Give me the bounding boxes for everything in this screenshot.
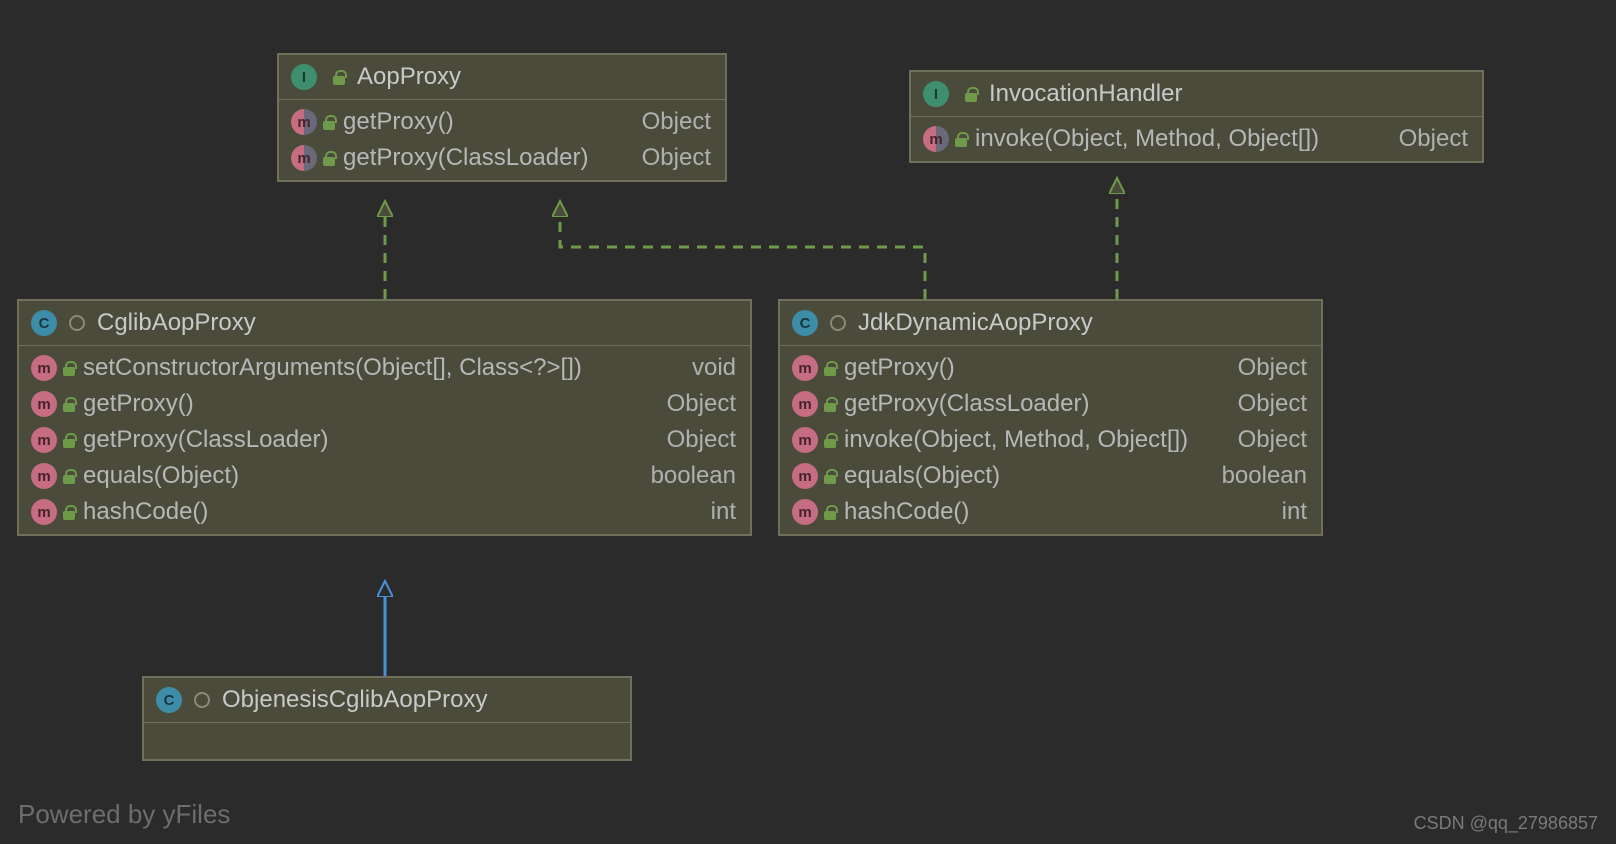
class-title: ObjenesisCglibAopProxy bbox=[144, 678, 630, 722]
lock-icon bbox=[822, 468, 838, 484]
member-signature: equals(Object) bbox=[844, 462, 1204, 490]
empty-member-list bbox=[144, 722, 630, 759]
member-return: Object bbox=[642, 108, 711, 136]
member-row: equals(Object) boolean bbox=[19, 458, 750, 494]
member-return: int bbox=[711, 498, 736, 526]
class-box-cglib[interactable]: CglibAopProxy setConstructorArguments(Ob… bbox=[17, 299, 752, 536]
lock-icon bbox=[822, 432, 838, 448]
member-return: Object bbox=[1238, 354, 1307, 382]
method-icon bbox=[792, 499, 818, 525]
member-signature: hashCode() bbox=[83, 498, 693, 526]
member-return: Object bbox=[667, 426, 736, 454]
member-return: Object bbox=[642, 144, 711, 172]
member-row: getProxy(ClassLoader) Object bbox=[780, 386, 1321, 422]
member-signature: getProxy() bbox=[844, 354, 1220, 382]
class-box-aopproxy[interactable]: AopProxy getProxy() Object getProxy(Clas… bbox=[277, 53, 727, 182]
member-return: Object bbox=[667, 390, 736, 418]
lock-icon bbox=[822, 360, 838, 376]
lock-icon bbox=[61, 432, 77, 448]
member-list: setConstructorArguments(Object[], Class<… bbox=[19, 346, 750, 534]
class-title: JdkDynamicAopProxy bbox=[780, 301, 1321, 346]
class-icon bbox=[156, 687, 182, 713]
lock-icon bbox=[321, 150, 337, 166]
member-row: hashCode() int bbox=[19, 494, 750, 530]
lock-icon bbox=[953, 131, 969, 147]
method-icon bbox=[792, 355, 818, 381]
class-icon bbox=[792, 310, 818, 336]
member-list: invoke(Object, Method, Object[]) Object bbox=[911, 117, 1482, 161]
member-row: hashCode() int bbox=[780, 494, 1321, 530]
method-icon bbox=[792, 391, 818, 417]
lock-icon bbox=[61, 396, 77, 412]
lock-icon bbox=[61, 504, 77, 520]
lock-icon bbox=[963, 86, 979, 102]
class-box-jdk[interactable]: JdkDynamicAopProxy getProxy() Object get… bbox=[778, 299, 1323, 536]
member-signature: getProxy(ClassLoader) bbox=[844, 390, 1220, 418]
member-return: Object bbox=[1238, 426, 1307, 454]
class-box-invocationhandler[interactable]: InvocationHandler invoke(Object, Method,… bbox=[909, 70, 1484, 163]
watermark-yfiles: Powered by yFiles bbox=[18, 799, 230, 830]
lock-icon bbox=[61, 468, 77, 484]
member-return: Object bbox=[1399, 125, 1468, 153]
open-dot-icon bbox=[830, 315, 846, 331]
method-icon bbox=[31, 463, 57, 489]
member-signature: invoke(Object, Method, Object[]) bbox=[844, 426, 1220, 454]
interface-icon bbox=[923, 81, 949, 107]
member-row: setConstructorArguments(Object[], Class<… bbox=[19, 350, 750, 386]
member-return: boolean bbox=[1222, 462, 1307, 490]
method-icon bbox=[31, 499, 57, 525]
class-icon bbox=[31, 310, 57, 336]
watermark-csdn: CSDN @qq_27986857 bbox=[1414, 813, 1598, 834]
member-row: getProxy(ClassLoader) Object bbox=[19, 422, 750, 458]
lock-icon bbox=[331, 69, 347, 85]
class-name: InvocationHandler bbox=[989, 80, 1182, 108]
method-icon bbox=[291, 109, 317, 135]
class-name: JdkDynamicAopProxy bbox=[858, 309, 1093, 337]
member-signature: getProxy(ClassLoader) bbox=[343, 144, 624, 172]
open-dot-icon bbox=[194, 692, 210, 708]
class-box-objenesis[interactable]: ObjenesisCglibAopProxy bbox=[142, 676, 632, 761]
member-return: Object bbox=[1238, 390, 1307, 418]
method-icon bbox=[291, 145, 317, 171]
method-icon bbox=[31, 355, 57, 381]
member-signature: getProxy() bbox=[83, 390, 649, 418]
method-icon bbox=[923, 126, 949, 152]
member-signature: setConstructorArguments(Object[], Class<… bbox=[83, 354, 674, 382]
method-icon bbox=[31, 391, 57, 417]
method-icon bbox=[792, 427, 818, 453]
member-row: getProxy() Object bbox=[780, 350, 1321, 386]
member-signature: invoke(Object, Method, Object[]) bbox=[975, 125, 1381, 153]
member-list: getProxy() Object getProxy(ClassLoader) … bbox=[279, 100, 725, 180]
member-signature: equals(Object) bbox=[83, 462, 633, 490]
member-signature: getProxy() bbox=[343, 108, 624, 136]
class-title: InvocationHandler bbox=[911, 72, 1482, 117]
class-name: ObjenesisCglibAopProxy bbox=[222, 686, 487, 714]
open-dot-icon bbox=[69, 315, 85, 331]
member-row: invoke(Object, Method, Object[]) Object bbox=[780, 422, 1321, 458]
class-name: CglibAopProxy bbox=[97, 309, 256, 337]
lock-icon bbox=[61, 360, 77, 376]
member-return: void bbox=[692, 354, 736, 382]
member-list: getProxy() Object getProxy(ClassLoader) … bbox=[780, 346, 1321, 534]
member-row: getProxy() Object bbox=[19, 386, 750, 422]
member-return: boolean bbox=[651, 462, 736, 490]
member-row: getProxy() Object bbox=[279, 104, 725, 140]
member-row: equals(Object) boolean bbox=[780, 458, 1321, 494]
method-icon bbox=[792, 463, 818, 489]
class-title: CglibAopProxy bbox=[19, 301, 750, 346]
member-row: invoke(Object, Method, Object[]) Object bbox=[911, 121, 1482, 157]
lock-icon bbox=[822, 504, 838, 520]
method-icon bbox=[31, 427, 57, 453]
member-return: int bbox=[1282, 498, 1307, 526]
edge-jdk-to-aopproxy bbox=[560, 201, 925, 299]
member-row: getProxy(ClassLoader) Object bbox=[279, 140, 725, 176]
member-signature: hashCode() bbox=[844, 498, 1264, 526]
lock-icon bbox=[822, 396, 838, 412]
class-title: AopProxy bbox=[279, 55, 725, 100]
lock-icon bbox=[321, 114, 337, 130]
class-name: AopProxy bbox=[357, 63, 461, 91]
member-signature: getProxy(ClassLoader) bbox=[83, 426, 649, 454]
interface-icon bbox=[291, 64, 317, 90]
